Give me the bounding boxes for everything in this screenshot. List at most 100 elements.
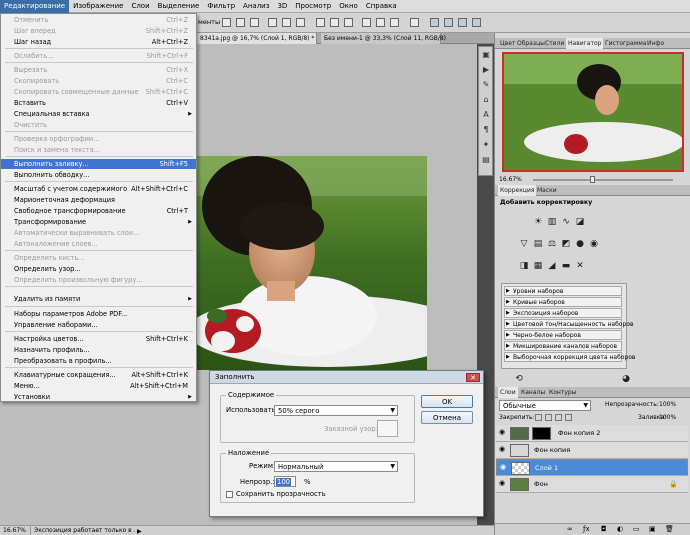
layer-row[interactable]: ◉ Фон копия <box>496 442 688 459</box>
levels-icon[interactable]: ▥ <box>547 217 557 227</box>
selective-color-icon[interactable]: ✕ <box>575 261 585 271</box>
3d-roll-icon[interactable] <box>458 18 467 27</box>
align-left-icon[interactable] <box>268 18 277 27</box>
menu-item[interactable]: Клавиатурные сокращения... Alt+Shift+Ctrl… <box>1 370 196 380</box>
link-layers-icon[interactable]: ∞ <box>567 525 573 533</box>
preset-curves[interactable]: Кривые наборов <box>504 297 622 307</box>
preset-hue-saturation[interactable]: Цветовой тон/Насыщенность наборов <box>504 319 633 329</box>
distribute-right-icon[interactable] <box>390 18 399 27</box>
align-bottom-icon[interactable] <box>250 18 259 27</box>
add-mask-icon[interactable]: ◘ <box>601 525 607 533</box>
layer-row[interactable]: ◉ Фон 🔒 <box>496 476 688 493</box>
distribute-top-icon[interactable] <box>316 18 325 27</box>
channel-mixer-icon[interactable]: ◉ <box>589 239 599 249</box>
invert-icon[interactable]: ◨ <box>519 261 529 271</box>
menu-item[interactable]: Масштаб с учетом содержимого Alt+Shift+Ct… <box>1 184 196 194</box>
tab-channels[interactable]: Каналы <box>519 387 547 398</box>
layer-row-selected[interactable]: ◉ Слой 1 <box>496 459 688 476</box>
auto-align-icon[interactable] <box>410 18 419 27</box>
eye-icon[interactable]: ◉ <box>499 480 506 487</box>
hue-saturation-icon[interactable]: ▤ <box>533 239 543 249</box>
close-icon[interactable]: ✕ <box>466 373 480 382</box>
clip-to-layer-icon[interactable]: ◕ <box>621 374 631 384</box>
return-to-list-icon[interactable]: ⟲ <box>514 374 524 384</box>
layer-style-icon[interactable]: ƒx <box>583 525 590 533</box>
menu-window[interactable]: Окно <box>335 0 362 13</box>
menu-item[interactable]: Марионеточная деформация <box>1 195 196 205</box>
preset-exposure[interactable]: Экспозиция наборов <box>504 308 622 318</box>
menu-layers[interactable]: Слои <box>127 0 153 13</box>
menu-item[interactable]: Меню... Alt+Shift+Ctrl+M <box>1 381 196 391</box>
lock-all-icon[interactable] <box>565 414 572 421</box>
vibrance-icon[interactable]: ▽ <box>519 239 529 249</box>
navigator-zoom[interactable]: 16.67% <box>499 176 522 183</box>
character-icon[interactable]: A <box>481 110 491 120</box>
menu-item[interactable]: Выполнить обводку... <box>1 170 196 180</box>
cancel-button[interactable]: Отмена <box>421 411 473 424</box>
tab-document-2[interactable]: Без имени-1 @ 33,3% (Слой 11, RGB/8) <box>321 33 446 44</box>
3d-mode-icon[interactable] <box>430 18 439 27</box>
menu-item[interactable]: Шаг назад Alt+Ctrl+Z <box>1 37 196 47</box>
color-balance-icon[interactable]: ⚖ <box>547 239 557 249</box>
eye-icon[interactable]: ◉ <box>499 429 506 436</box>
navigator-zoom-slider[interactable] <box>533 179 673 181</box>
history-icon[interactable]: ▣ <box>481 50 491 60</box>
layer-row[interactable]: ◉ Фон копия 2 <box>496 425 688 442</box>
tab-document-1[interactable]: 8341a.jpg @ 16,7% (Слой 1, RGB/8) * <box>197 33 317 44</box>
menu-3d[interactable]: 3D <box>273 0 291 13</box>
align-vcenter-icon[interactable] <box>236 18 245 27</box>
menu-item[interactable]: Управление наборами... <box>1 320 196 330</box>
align-hcenter-icon[interactable] <box>282 18 291 27</box>
posterize-icon[interactable]: ▦ <box>533 261 543 271</box>
layer-opacity-value[interactable]: 100% <box>659 401 676 408</box>
preset-channel-mixer[interactable]: Микширование каналов наборов <box>504 341 622 351</box>
tab-histogram[interactable]: Гистограмма <box>603 38 648 49</box>
new-group-icon[interactable]: ▭ <box>633 525 640 533</box>
layer-blend-mode-select[interactable]: Обычные ▼ <box>499 400 591 411</box>
notes-icon[interactable]: ▤ <box>481 155 491 165</box>
status-zoom[interactable]: 16.67% <box>3 526 26 535</box>
menu-item[interactable]: Вставить Ctrl+V <box>1 98 196 108</box>
menu-analysis[interactable]: Анализ <box>239 0 273 13</box>
tab-adjustments[interactable]: Коррекция <box>498 185 537 196</box>
menu-item[interactable]: Преобразовать в профиль... <box>1 356 196 366</box>
3d-rotate-icon[interactable] <box>444 18 453 27</box>
curves-icon[interactable]: ∿ <box>561 217 571 227</box>
menu-filter[interactable]: Фильтр <box>203 0 239 13</box>
tab-navigator[interactable]: Навигатор <box>566 38 604 49</box>
mode-select[interactable]: Нормальный ▼ <box>274 461 398 472</box>
tab-masks[interactable]: Маски <box>535 185 559 196</box>
menu-item[interactable]: Специальная вставка ▶ <box>1 109 196 119</box>
distribute-vcenter-icon[interactable] <box>330 18 339 27</box>
ok-button[interactable]: OK <box>421 395 473 408</box>
exposure-icon[interactable]: ◪ <box>575 217 585 227</box>
preset-levels[interactable]: Уровни наборов <box>504 286 622 296</box>
lock-pixels-icon[interactable] <box>545 414 552 421</box>
align-right-icon[interactable] <box>296 18 305 27</box>
distribute-hcenter-icon[interactable] <box>376 18 385 27</box>
navigator-zoom-thumb[interactable] <box>590 176 595 183</box>
new-adjustment-icon[interactable]: ◐ <box>617 525 623 533</box>
align-top-icon[interactable] <box>222 18 231 27</box>
eye-icon[interactable]: ◉ <box>500 464 507 471</box>
preserve-transparency-checkbox[interactable] <box>226 491 233 498</box>
navigator-preview[interactable] <box>502 52 684 172</box>
paragraph-icon[interactable]: ¶ <box>481 125 491 135</box>
menu-image[interactable]: Изображение <box>69 0 127 13</box>
tool-presets-icon[interactable]: ✦ <box>481 140 491 150</box>
clone-source-icon[interactable]: ⌂ <box>481 95 491 105</box>
lock-transparency-icon[interactable] <box>535 414 542 421</box>
distribute-bottom-icon[interactable] <box>344 18 353 27</box>
threshold-icon[interactable]: ◢ <box>547 261 557 271</box>
menu-item-fill[interactable]: Выполнить заливку... Shift+F5 <box>1 159 196 169</box>
preset-black-white[interactable]: Черно-белое наборов <box>504 330 622 340</box>
new-layer-icon[interactable]: ▣ <box>649 525 656 533</box>
black-white-icon[interactable]: ◩ <box>561 239 571 249</box>
trash-icon[interactable]: 🗑 <box>665 525 674 533</box>
tab-paths[interactable]: Контуры <box>547 387 578 398</box>
lock-position-icon[interactable] <box>555 414 562 421</box>
menu-item[interactable]: Определить узор... <box>1 264 196 274</box>
menu-item[interactable]: Установки ▶ <box>1 392 196 402</box>
distribute-left-icon[interactable] <box>362 18 371 27</box>
menu-item[interactable]: Наборы параметров Adobe PDF... <box>1 309 196 319</box>
